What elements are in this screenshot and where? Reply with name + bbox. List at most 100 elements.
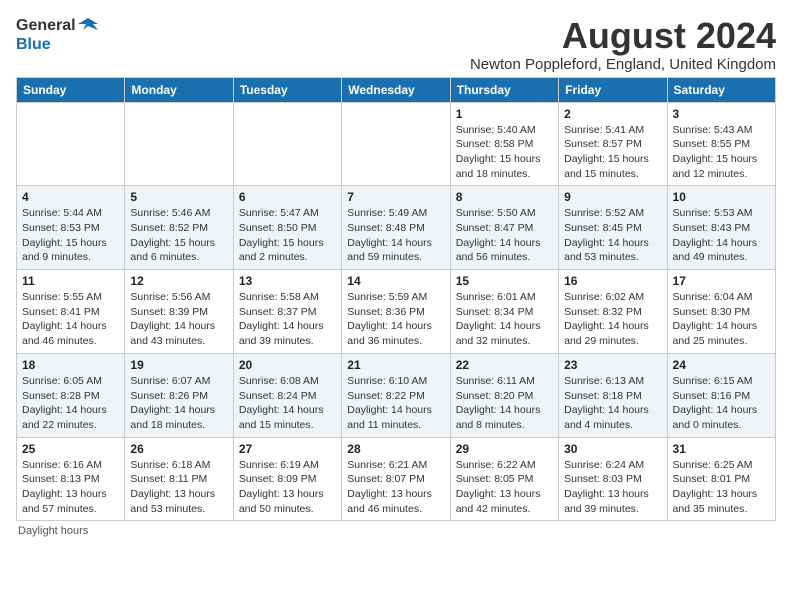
day-info: Sunrise: 5:56 AM Sunset: 8:39 PM Dayligh… [130,290,227,349]
day-info: Sunrise: 5:40 AM Sunset: 8:58 PM Dayligh… [456,123,553,182]
day-info: Sunrise: 5:47 AM Sunset: 8:50 PM Dayligh… [239,206,336,265]
table-row: 27Sunrise: 6:19 AM Sunset: 8:09 PM Dayli… [233,437,341,521]
col-wednesday: Wednesday [342,77,450,102]
day-info: Sunrise: 5:53 AM Sunset: 8:43 PM Dayligh… [673,206,770,265]
table-row: 17 Sunrise: 6:04 AM Sunset: 8:30 PM Dayli… [667,270,775,354]
footer-note: Daylight hours [16,525,776,537]
col-saturday: Saturday [667,77,775,102]
col-monday: Monday [125,77,233,102]
day-number: 1 [456,107,553,121]
table-row: 3 Sunrise: 5:43 AM Sunset: 8:55 PM Daylig… [667,102,775,186]
day-info: Sunrise: 6:10 AM Sunset: 8:22 PM Dayligh… [347,374,444,433]
day-number: 17 [673,274,770,288]
table-row: 10 Sunrise: 5:53 AM Sunset: 8:43 PM Dayli… [667,186,775,270]
table-row: 4Sunrise: 5:44 AM Sunset: 8:53 PM Daylig… [17,186,125,270]
page-container: General Blue August 2024 Newton Popplefo… [0,0,792,545]
day-info: Sunrise: 6:11 AM Sunset: 8:20 PM Dayligh… [456,374,553,433]
day-number: 22 [456,358,553,372]
col-sunday: Sunday [17,77,125,102]
day-number: 16 [564,274,661,288]
day-info: Sunrise: 5:50 AM Sunset: 8:47 PM Dayligh… [456,206,553,265]
day-number: 28 [347,442,444,456]
table-row: 28 Sunrise: 6:21 AM Sunset: 8:07 PM Dayli… [342,437,450,521]
week-row-4: 25 Sunrise: 6:16 AM Sunset: 8:13 PM Dayli… [17,437,776,521]
table-row [342,102,450,186]
logo-general: General [16,17,76,35]
day-number: 9 [564,190,661,204]
day-info: Sunrise: 6:25 AM Sunset: 8:01 PM Dayligh… [673,458,770,517]
table-row: 8Sunrise: 5:50 AM Sunset: 8:47 PM Daylig… [450,186,558,270]
table-row: 15Sunrise: 6:01 AM Sunset: 8:34 PM Dayli… [450,270,558,354]
day-info: Sunrise: 6:08 AM Sunset: 8:24 PM Dayligh… [239,374,336,433]
day-info: Sunrise: 6:16 AM Sunset: 8:13 PM Dayligh… [22,458,119,517]
month-title: August 2024 [470,16,776,56]
day-number: 23 [564,358,661,372]
day-number: 10 [673,190,770,204]
day-number: 21 [347,358,444,372]
table-row: 18Sunrise: 6:05 AM Sunset: 8:28 PM Dayli… [17,353,125,437]
table-row: 26Sunrise: 6:18 AM Sunset: 8:11 PM Dayli… [125,437,233,521]
week-row-1: 4Sunrise: 5:44 AM Sunset: 8:53 PM Daylig… [17,186,776,270]
calendar-header-row: Sunday Monday Tuesday Wednesday Thursday… [17,77,776,102]
col-friday: Friday [559,77,667,102]
day-number: 14 [347,274,444,288]
day-info: Sunrise: 6:22 AM Sunset: 8:05 PM Dayligh… [456,458,553,517]
table-row: 21 Sunrise: 6:10 AM Sunset: 8:22 PM Dayli… [342,353,450,437]
day-number: 6 [239,190,336,204]
logo-blue: Blue [16,36,51,54]
day-info: Sunrise: 5:55 AM Sunset: 8:41 PM Dayligh… [22,290,119,349]
day-number: 2 [564,107,661,121]
title-block: August 2024 Newton Poppleford, England, … [470,16,776,73]
day-number: 4 [22,190,119,204]
table-row: 19Sunrise: 6:07 AM Sunset: 8:26 PM Dayli… [125,353,233,437]
table-row: 6 Sunrise: 5:47 AM Sunset: 8:50 PM Daylig… [233,186,341,270]
day-number: 27 [239,442,336,456]
table-row: 16Sunrise: 6:02 AM Sunset: 8:32 PM Dayli… [559,270,667,354]
table-row: 5 Sunrise: 5:46 AM Sunset: 8:52 PM Daylig… [125,186,233,270]
day-info: Sunrise: 5:43 AM Sunset: 8:55 PM Dayligh… [673,123,770,182]
day-number: 31 [673,442,770,456]
day-info: Sunrise: 6:15 AM Sunset: 8:16 PM Dayligh… [673,374,770,433]
table-row [233,102,341,186]
day-number: 5 [130,190,227,204]
day-info: Sunrise: 6:24 AM Sunset: 8:03 PM Dayligh… [564,458,661,517]
day-info: Sunrise: 6:21 AM Sunset: 8:07 PM Dayligh… [347,458,444,517]
logo: General Blue [16,16,98,54]
table-row: 24 Sunrise: 6:15 AM Sunset: 8:16 PM Dayli… [667,353,775,437]
table-row: 9 Sunrise: 5:52 AM Sunset: 8:45 PM Daylig… [559,186,667,270]
day-number: 30 [564,442,661,456]
day-info: Sunrise: 6:07 AM Sunset: 8:26 PM Dayligh… [130,374,227,433]
col-tuesday: Tuesday [233,77,341,102]
day-info: Sunrise: 5:58 AM Sunset: 8:37 PM Dayligh… [239,290,336,349]
day-number: 24 [673,358,770,372]
location-title: Newton Poppleford, England, United Kingd… [470,56,776,73]
table-row [17,102,125,186]
table-row: 29 Sunrise: 6:22 AM Sunset: 8:05 PM Dayli… [450,437,558,521]
col-thursday: Thursday [450,77,558,102]
day-info: Sunrise: 5:46 AM Sunset: 8:52 PM Dayligh… [130,206,227,265]
table-row [125,102,233,186]
table-row: 13 Sunrise: 5:58 AM Sunset: 8:37 PM Dayli… [233,270,341,354]
day-number: 12 [130,274,227,288]
day-info: Sunrise: 5:52 AM Sunset: 8:45 PM Dayligh… [564,206,661,265]
day-number: 29 [456,442,553,456]
table-row: 2Sunrise: 5:41 AM Sunset: 8:57 PM Daylig… [559,102,667,186]
header: General Blue August 2024 Newton Popplefo… [16,16,776,73]
day-number: 25 [22,442,119,456]
day-info: Sunrise: 6:04 AM Sunset: 8:30 PM Dayligh… [673,290,770,349]
table-row: 12 Sunrise: 5:56 AM Sunset: 8:39 PM Dayli… [125,270,233,354]
table-row: 14Sunrise: 5:59 AM Sunset: 8:36 PM Dayli… [342,270,450,354]
day-number: 13 [239,274,336,288]
day-number: 11 [22,274,119,288]
table-row: 31 Sunrise: 6:25 AM Sunset: 8:01 PM Dayli… [667,437,775,521]
day-number: 3 [673,107,770,121]
day-info: Sunrise: 6:13 AM Sunset: 8:18 PM Dayligh… [564,374,661,433]
day-number: 20 [239,358,336,372]
day-info: Sunrise: 6:01 AM Sunset: 8:34 PM Dayligh… [456,290,553,349]
table-row: 20 Sunrise: 6:08 AM Sunset: 8:24 PM Dayli… [233,353,341,437]
day-number: 7 [347,190,444,204]
day-number: 26 [130,442,227,456]
logo-bird-icon [78,16,98,36]
table-row: 25 Sunrise: 6:16 AM Sunset: 8:13 PM Dayli… [17,437,125,521]
week-row-0: 1 Sunrise: 5:40 AM Sunset: 8:58 PM Daylig… [17,102,776,186]
